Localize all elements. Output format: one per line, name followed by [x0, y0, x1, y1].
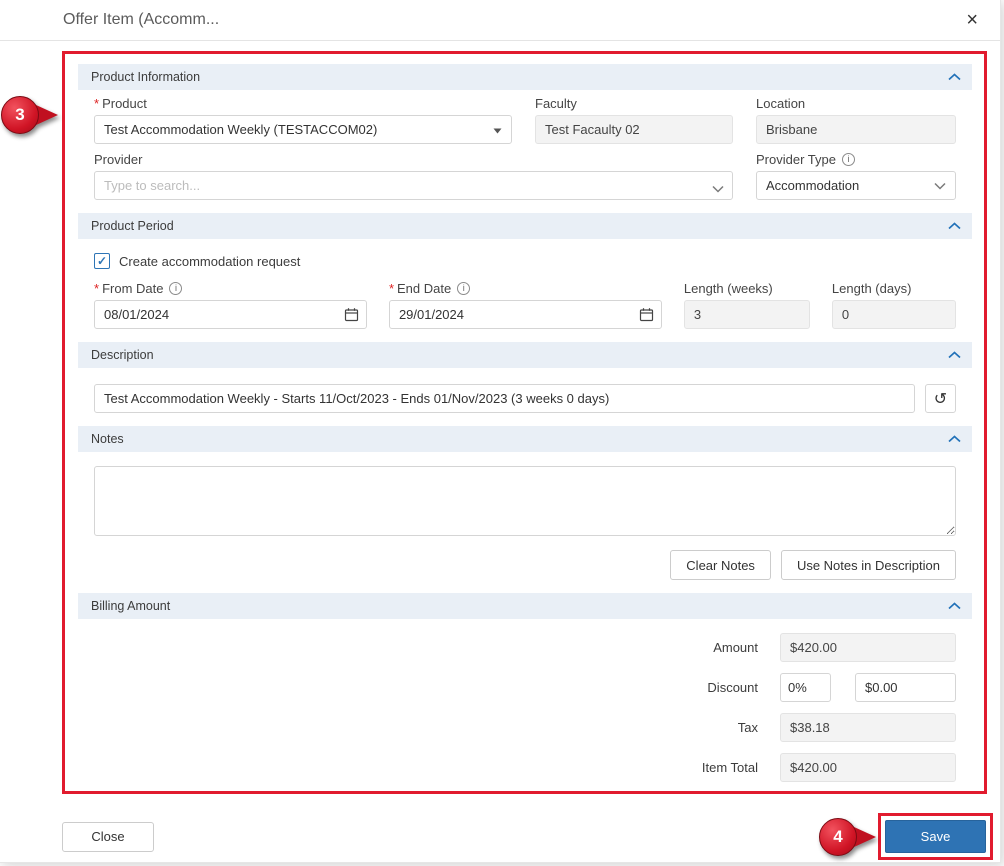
- from-date-input[interactable]: [94, 300, 367, 329]
- section-title: Description: [91, 348, 154, 362]
- end-date-picker: [389, 300, 662, 329]
- chevron-up-icon[interactable]: [948, 602, 961, 610]
- required-asterisk: *: [94, 281, 99, 296]
- clear-notes-button[interactable]: Clear Notes: [670, 550, 771, 580]
- dropdown-caret-icon: [493, 122, 502, 137]
- required-asterisk: *: [389, 281, 394, 296]
- product-label: *Product: [94, 96, 512, 111]
- annotation-highlight-box: Product Information *Product Test Accomm…: [62, 51, 987, 794]
- tax-field: $38.18: [780, 713, 956, 742]
- chevron-up-icon[interactable]: [948, 222, 961, 230]
- section-header-description[interactable]: Description: [78, 342, 972, 368]
- faculty-label: Faculty: [535, 96, 733, 111]
- faculty-field: Test Facaulty 02: [535, 115, 733, 144]
- section-header-product-period[interactable]: Product Period: [78, 213, 972, 239]
- length-weeks-field: 3: [684, 300, 810, 329]
- callout-4-number: 4: [819, 818, 857, 856]
- from-date-label: *From Date i: [94, 281, 367, 296]
- chevron-up-icon[interactable]: [948, 435, 961, 443]
- end-date-label: *End Date i: [389, 281, 662, 296]
- history-icon: ↺: [934, 389, 947, 409]
- calendar-icon[interactable]: [344, 307, 359, 327]
- info-icon: i: [169, 282, 182, 295]
- offer-item-dialog: Offer Item (Accomm... × Product Informat…: [0, 0, 1000, 862]
- section-product-period: Product Period ✓ Create accommodation re…: [78, 213, 972, 342]
- checkbox-label: Create accommodation request: [119, 254, 300, 269]
- dialog-title: Offer Item (Accomm...: [63, 11, 219, 29]
- section-title: Notes: [91, 432, 124, 446]
- callout-3-number: 3: [1, 96, 39, 134]
- regenerate-description-button[interactable]: ↺: [925, 384, 956, 413]
- amount-label: Amount: [713, 640, 758, 655]
- create-accommodation-request-checkbox[interactable]: ✓ Create accommodation request: [94, 253, 956, 269]
- section-title: Billing Amount: [91, 599, 170, 613]
- dialog-footer: Close 4 Save: [62, 813, 987, 860]
- discount-amount-input[interactable]: [855, 673, 956, 702]
- dialog-header: Offer Item (Accomm... ×: [0, 0, 1000, 41]
- annotation-save-box: Save: [878, 813, 993, 860]
- section-product-information: Product Information *Product Test Accomm…: [78, 64, 972, 213]
- provider-type-label: Provider Type i: [756, 152, 956, 167]
- section-header-notes[interactable]: Notes: [78, 426, 972, 452]
- discount-percent-input[interactable]: [780, 673, 831, 702]
- callout-3-annotation: 3: [1, 96, 58, 134]
- callout-arrow-icon: [854, 827, 876, 847]
- item-total-field: $420.00: [780, 753, 956, 782]
- close-icon[interactable]: ×: [966, 10, 978, 30]
- location-field: Brisbane: [756, 115, 956, 144]
- info-icon: i: [457, 282, 470, 295]
- section-description: Description Test Accommodation Weekly - …: [78, 342, 972, 426]
- provider-combobox: [94, 171, 733, 200]
- section-header-product-information[interactable]: Product Information: [78, 64, 972, 90]
- product-select-value: Test Accommodation Weekly (TESTACCOM02): [104, 122, 377, 137]
- end-date-input[interactable]: [389, 300, 662, 329]
- calendar-icon[interactable]: [639, 307, 654, 327]
- length-days-field: 0: [832, 300, 956, 329]
- from-date-picker: [94, 300, 367, 329]
- info-icon: i: [842, 153, 855, 166]
- close-button[interactable]: Close: [62, 822, 154, 852]
- length-days-label: Length (days): [832, 281, 956, 296]
- callout-arrow-icon: [36, 105, 58, 125]
- provider-label: Provider: [94, 152, 733, 167]
- provider-type-value: Accommodation: [766, 178, 859, 193]
- save-button[interactable]: Save: [885, 820, 986, 853]
- section-header-billing-amount[interactable]: Billing Amount: [78, 593, 972, 619]
- section-title: Product Period: [91, 219, 174, 233]
- provider-type-select[interactable]: Accommodation: [756, 171, 956, 200]
- discount-label: Discount: [707, 680, 758, 695]
- provider-search-input[interactable]: [94, 171, 733, 200]
- dialog-body: Product Information *Product Test Accomm…: [0, 41, 1000, 860]
- length-weeks-label: Length (weeks): [684, 281, 810, 296]
- required-asterisk: *: [94, 96, 99, 111]
- use-notes-in-description-button[interactable]: Use Notes in Description: [781, 550, 956, 580]
- section-billing-amount: Billing Amount Amount $420.00 Discount: [78, 593, 972, 794]
- notes-textarea[interactable]: [94, 466, 956, 536]
- chevron-up-icon[interactable]: [948, 73, 961, 81]
- location-label: Location: [756, 96, 956, 111]
- item-total-label: Item Total: [702, 760, 758, 775]
- callout-4-annotation: 4: [819, 818, 876, 856]
- chevron-up-icon[interactable]: [948, 351, 961, 359]
- tax-label: Tax: [738, 720, 758, 735]
- amount-field: $420.00: [780, 633, 956, 662]
- checkbox-checked-icon[interactable]: ✓: [94, 253, 110, 269]
- description-input[interactable]: Test Accommodation Weekly - Starts 11/Oc…: [94, 384, 915, 413]
- section-title: Product Information: [91, 70, 200, 84]
- section-notes: Notes Clear Notes Use Notes in Descripti…: [78, 426, 972, 593]
- product-select[interactable]: Test Accommodation Weekly (TESTACCOM02): [94, 115, 512, 144]
- chevron-down-icon: [934, 178, 946, 193]
